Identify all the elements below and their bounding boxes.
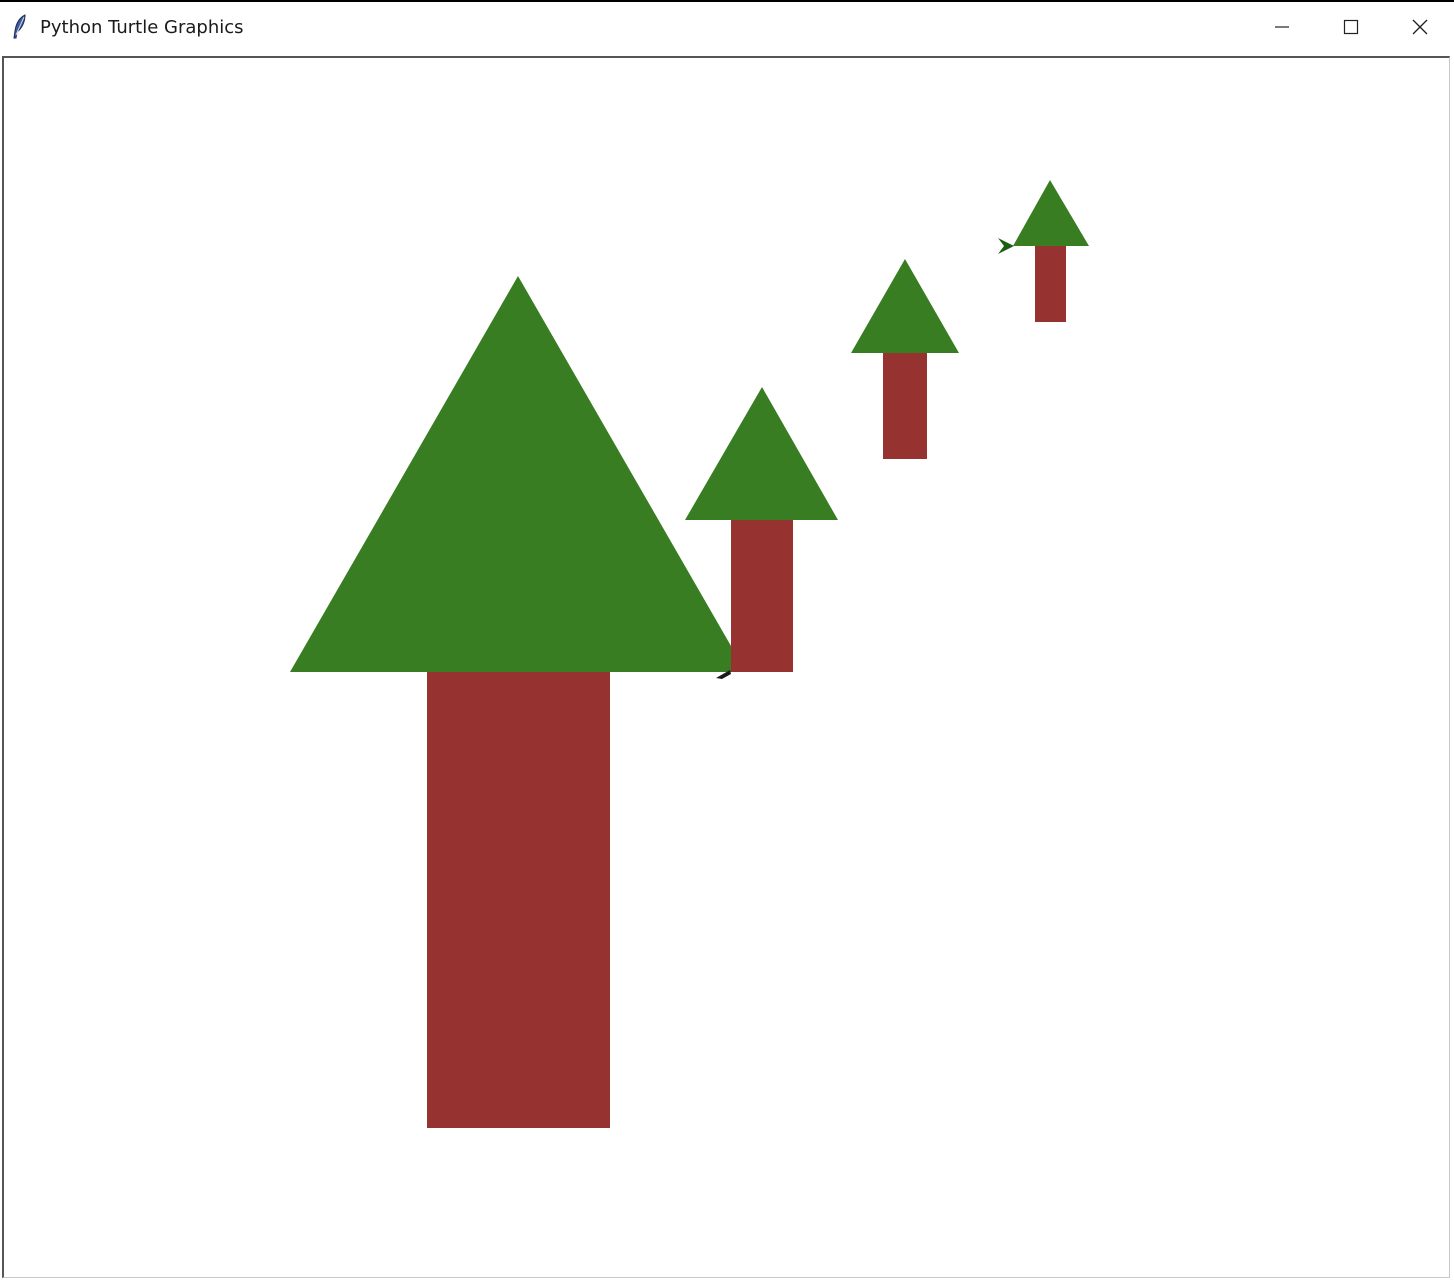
turtle-window: Python Turtle Graphics (0, 0, 1454, 1282)
tree-1-foliage (290, 276, 746, 672)
tree-1-trunk (427, 672, 610, 1128)
drawing-layer (290, 180, 1089, 1128)
tree-3-trunk (883, 353, 927, 459)
tree-3-foliage (851, 259, 959, 353)
tree-4-foliage (1013, 180, 1089, 246)
tree-4-trunk (1035, 246, 1066, 322)
turtle-arrow-icon (998, 238, 1014, 254)
tree-2-trunk (731, 520, 793, 672)
tree-2-foliage (685, 387, 838, 520)
